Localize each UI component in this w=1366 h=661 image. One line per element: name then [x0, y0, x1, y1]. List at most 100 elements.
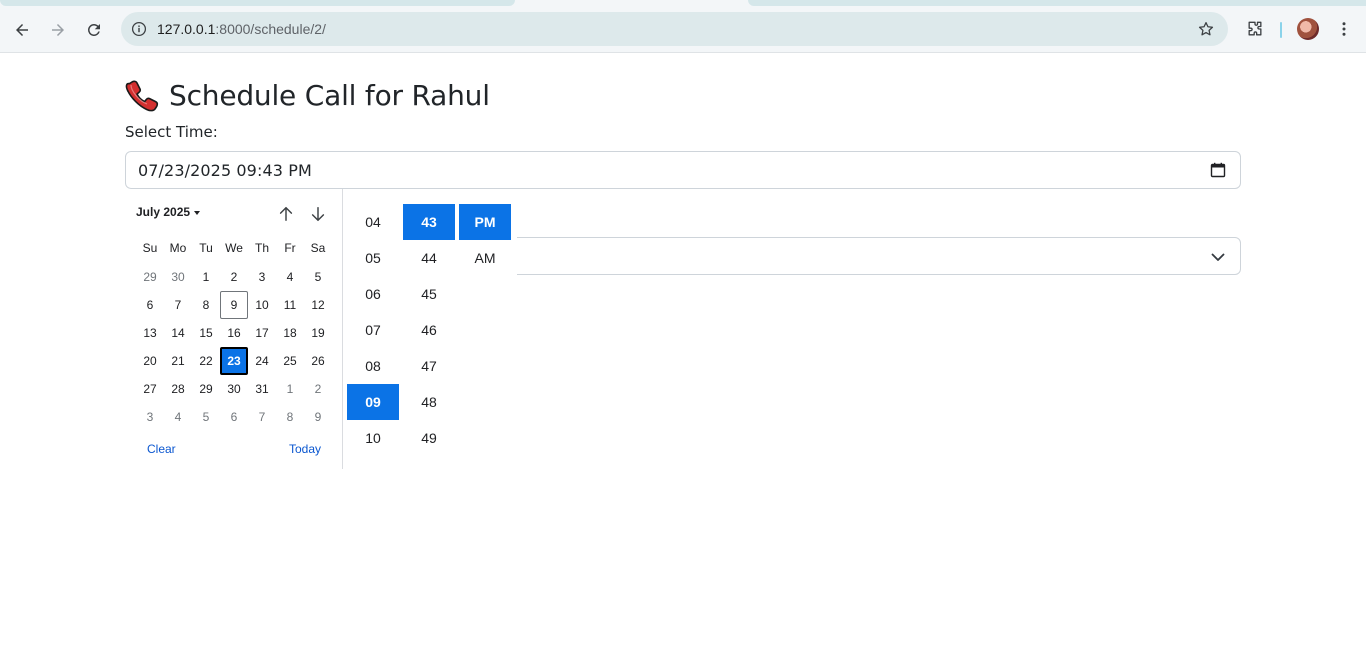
hour-option[interactable]: 04 — [347, 204, 399, 240]
calendar-day[interactable]: 18 — [276, 319, 304, 347]
calendar-day[interactable]: 8 — [276, 403, 304, 431]
calendar-day[interactable]: 20 — [136, 347, 164, 375]
extensions-icon[interactable] — [1242, 16, 1268, 42]
calendar-day[interactable]: 7 — [164, 291, 192, 319]
next-month-button[interactable] — [307, 203, 329, 225]
calendar-day[interactable]: 26 — [304, 347, 332, 375]
hour-option[interactable]: 09 — [347, 384, 399, 420]
calendar-day[interactable]: 1 — [192, 263, 220, 291]
arrow-down-icon — [311, 206, 325, 222]
calendar-day[interactable]: 30 — [220, 375, 248, 403]
calendar-day[interactable]: 2 — [220, 263, 248, 291]
weekday-label: We — [225, 241, 243, 255]
kebab-menu-icon[interactable] — [1333, 18, 1355, 40]
calendar-day[interactable]: 29 — [136, 263, 164, 291]
url-text[interactable]: 127.0.0.1:8000/schedule/2/ — [157, 21, 326, 37]
meridiem-option[interactable]: AM — [459, 240, 511, 276]
page-title-text: Schedule Call for Rahul — [169, 78, 490, 112]
calendar-day[interactable]: 5 — [192, 403, 220, 431]
calendar-day[interactable]: 1 — [276, 375, 304, 403]
minute-option[interactable]: 49 — [403, 420, 455, 456]
hour-option[interactable]: 08 — [347, 348, 399, 384]
calendar-day[interactable]: 31 — [248, 375, 276, 403]
back-icon — [16, 24, 28, 36]
minute-option[interactable]: 46 — [403, 312, 455, 348]
calendar-day[interactable]: 3 — [136, 403, 164, 431]
calendar-day[interactable]: 4 — [276, 263, 304, 291]
calendar-day[interactable]: 25 — [276, 347, 304, 375]
calendar-day[interactable]: 11 — [276, 291, 304, 319]
bookmark-star-icon[interactable] — [1196, 19, 1216, 39]
calendar-day[interactable]: 13 — [136, 319, 164, 347]
hour-option[interactable]: 05 — [347, 240, 399, 276]
hour-option[interactable]: 06 — [347, 276, 399, 312]
datetime-input[interactable]: 07/23/2025 09:43 PM — [125, 151, 1241, 189]
weekday-header-row: Su Mo Tu We Th Fr Sa — [136, 241, 332, 255]
calendar-day[interactable]: 21 — [164, 347, 192, 375]
weekday-label: Th — [254, 241, 269, 255]
calendar-day[interactable]: 9 — [304, 403, 332, 431]
clear-button[interactable]: Clear — [147, 442, 176, 456]
minute-option[interactable]: 44 — [403, 240, 455, 276]
calendar-day[interactable]: 24 — [248, 347, 276, 375]
meridiem-option[interactable]: PM — [459, 204, 511, 240]
calendar-day[interactable]: 8 — [192, 291, 220, 319]
calendar-day[interactable]: 5 — [304, 263, 332, 291]
page-title: Schedule Call for Rahul — [125, 78, 490, 112]
forward-button[interactable] — [44, 16, 72, 44]
caret-down-icon — [194, 210, 201, 215]
calendar-day-selected[interactable]: 23 — [220, 347, 248, 375]
telephone-receiver-icon — [125, 78, 159, 112]
chevron-down-icon — [1210, 249, 1226, 265]
weekday-label: Sa — [310, 241, 326, 255]
site-info-icon[interactable] — [129, 19, 149, 39]
url-host: 127.0.0.1 — [157, 21, 216, 37]
weekday-label: Mo — [169, 241, 187, 255]
calendar-day[interactable]: 12 — [304, 291, 332, 319]
back-button[interactable] — [8, 16, 36, 44]
calendar-day[interactable]: 2 — [304, 375, 332, 403]
calendar-days-grid: 29 30 1 2 3 4 5 6 7 8 9 10 11 12 13 14 15 16 17 18 19 20 21 22 2… — [136, 263, 332, 431]
hour-option[interactable]: 07 — [347, 312, 399, 348]
today-button[interactable]: Today — [289, 442, 321, 456]
calendar-day[interactable]: 7 — [248, 403, 276, 431]
datetime-value[interactable]: 07/23/2025 09:43 PM — [138, 161, 312, 180]
hours-column: 04 05 06 07 08 09 10 — [347, 204, 399, 456]
calendar-day[interactable]: 16 — [220, 319, 248, 347]
calendar-day[interactable]: 27 — [136, 375, 164, 403]
minute-option[interactable]: 48 — [403, 384, 455, 420]
hour-option[interactable]: 10 — [347, 420, 399, 456]
minute-option[interactable]: 43 — [403, 204, 455, 240]
calendar-day[interactable]: 19 — [304, 319, 332, 347]
calendar-day[interactable]: 10 — [248, 291, 276, 319]
calendar-icon[interactable] — [1210, 162, 1226, 178]
reload-button[interactable] — [80, 16, 108, 44]
calendar-day[interactable]: 4 — [164, 403, 192, 431]
calendar-pane: July 2025 Su Mo Tu We Th Fr Sa 29 30 1 2 3 4 5 6 7 8 9 10… — [125, 189, 343, 469]
url-path: :8000/schedule/2/ — [215, 21, 326, 37]
minute-option[interactable]: 47 — [403, 348, 455, 384]
calendar-day-today[interactable]: 9 — [220, 291, 248, 319]
calendar-day[interactable]: 14 — [164, 319, 192, 347]
weekday-label: Tu — [199, 241, 213, 255]
previous-month-button[interactable] — [275, 203, 297, 225]
calendar-day[interactable]: 3 — [248, 263, 276, 291]
browser-toolbar: 127.0.0.1:8000/schedule/2/ — [0, 6, 1366, 53]
datetime-picker-popup: July 2025 Su Mo Tu We Th Fr Sa 29 30 1 2 3 4 5 6 7 8 9 10… — [125, 189, 517, 469]
calendar-day[interactable]: 29 — [192, 375, 220, 403]
calendar-day[interactable]: 6 — [136, 291, 164, 319]
minute-option[interactable]: 45 — [403, 276, 455, 312]
address-bar[interactable]: 127.0.0.1:8000/schedule/2/ — [121, 12, 1228, 46]
calendar-day[interactable]: 15 — [192, 319, 220, 347]
month-year-label: July 2025 — [136, 205, 191, 219]
month-year-selector[interactable]: July 2025 — [136, 205, 201, 219]
calendar-day[interactable]: 30 — [164, 263, 192, 291]
calendar-day[interactable]: 28 — [164, 375, 192, 403]
weekday-label: Su — [142, 241, 158, 255]
calendar-day[interactable]: 22 — [192, 347, 220, 375]
calendar-day[interactable]: 17 — [248, 319, 276, 347]
calendar-day[interactable]: 6 — [220, 403, 248, 431]
profile-avatar[interactable] — [1297, 18, 1319, 40]
meridiem-column: PM AM — [459, 204, 511, 276]
minutes-column: 43 44 45 46 47 48 49 — [403, 204, 455, 456]
